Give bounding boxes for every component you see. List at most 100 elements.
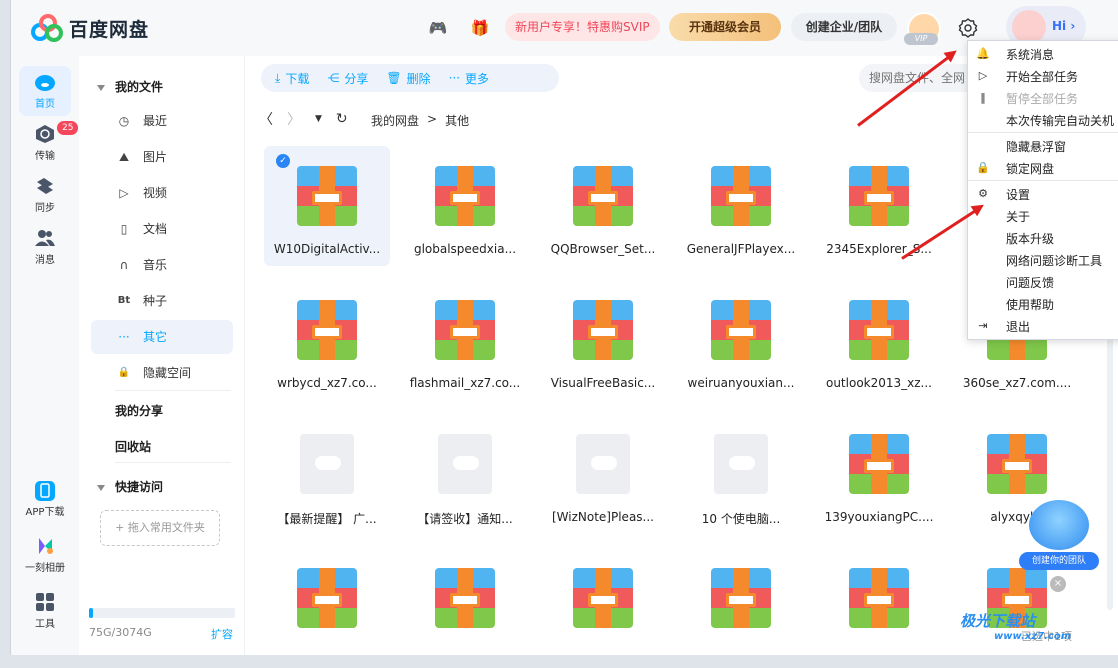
more-button[interactable]: ··· 更多: [449, 70, 489, 87]
file-tile[interactable]: flashmail_xz7.co...: [402, 280, 528, 400]
menu-item[interactable]: 本次传输完自动关机: [1006, 112, 1114, 129]
rail-transfer[interactable]: 25 传输: [19, 118, 79, 168]
file-sidebar: 我的文件 ◷ 最近 ⛰ 图片 ▷ 视频 ▯ 文档 ∩ 音乐 Bt 种子 ··· 其它 🔒 隐藏空…: [79, 56, 245, 655]
history-dropdown-icon[interactable]: ▼: [315, 114, 322, 124]
sidebar-item-images[interactable]: ⛰ 图片: [91, 140, 233, 174]
sidebar-item-docs[interactable]: ▯ 文档: [91, 212, 233, 246]
rail-sync[interactable]: 同步: [19, 170, 71, 220]
rail-home[interactable]: 首页: [19, 66, 71, 116]
share-icon: ⋲: [327, 71, 340, 85]
rail-app-download[interactable]: APP下载: [19, 474, 71, 524]
file-tile[interactable]: GeneralJFPlayex...: [678, 146, 804, 266]
rail-tools[interactable]: 工具: [19, 586, 71, 636]
delete-button[interactable]: 🗑 删除: [386, 70, 430, 87]
file-tile[interactable]: wrbycd_xz7.co...: [264, 280, 390, 400]
file-tile[interactable]: QQBrowser_Set...: [540, 146, 666, 266]
close-badge-icon[interactable]: ×: [1050, 576, 1066, 592]
file-tile[interactable]: weiruanyouxian...: [678, 280, 804, 400]
gift-icon[interactable]: 🎁: [469, 17, 491, 39]
menu-item[interactable]: 隐藏悬浮窗: [1006, 138, 1066, 155]
file-tile[interactable]: [816, 548, 942, 668]
file-tile[interactable]: VisualFreeBasic...: [540, 280, 666, 400]
menu-item[interactable]: 退出: [1006, 318, 1030, 335]
selected-check-icon[interactable]: ✓: [276, 154, 290, 168]
delete-label: 删除: [406, 71, 431, 86]
file-name: GeneralJFPlayex...: [686, 242, 796, 256]
sidebar-recycle-bin[interactable]: 回收站: [115, 438, 151, 455]
game-icon[interactable]: 🎮: [427, 17, 449, 39]
create-enterprise-button[interactable]: 创建企业/团队: [791, 13, 897, 41]
file-tile[interactable]: [678, 548, 804, 668]
sidebar-item-video[interactable]: ▷ 视频: [91, 176, 233, 210]
menu-item[interactable]: 开始全部任务: [1006, 68, 1078, 85]
file-name: 10 个使电脑...: [701, 512, 781, 526]
sidebar-item-label: 隐藏空间: [143, 366, 192, 380]
file-tile[interactable]: [WizNote]Pleas...: [540, 414, 666, 534]
file-toolbar: ⤓ 下载 ⋲ 分享 🗑 删除 ··· 更多: [261, 64, 559, 92]
app-window: 百度网盘 🎮 🎁 新用户专享！特惠购SVIP 开通超级会员 创建企业/团队 VI…: [10, 0, 1118, 655]
file-tile[interactable]: 2345Explorer_S...: [816, 146, 942, 266]
menu-item[interactable]: 使用帮助: [1006, 296, 1054, 313]
sidebar-item-hidden-space[interactable]: 🔒 隐藏空间: [91, 356, 233, 390]
file-tile[interactable]: globalspeedxia...: [402, 146, 528, 266]
archive-file-icon: [435, 300, 495, 360]
file-tile[interactable]: ✓ W10DigitalActiv...: [264, 146, 390, 266]
more-label: 更多: [465, 71, 490, 86]
expand-storage-link[interactable]: 扩容: [211, 626, 233, 642]
file-tile[interactable]: 【最新提醒】 广...: [264, 414, 390, 534]
sidebar-item-label: 图片: [143, 150, 168, 164]
watermark-title: 极光下载站: [960, 612, 1036, 630]
drag-folder-dropzone[interactable]: + 拖入常用文件夹: [100, 510, 220, 546]
sidebar-item-label: 最近: [143, 114, 168, 128]
download-button[interactable]: ⤓ 下载: [275, 70, 309, 87]
share-button[interactable]: ⋲ 分享: [327, 70, 368, 87]
rail-messages[interactable]: 消息: [19, 222, 71, 272]
menu-item[interactable]: 设置: [1006, 186, 1030, 203]
svip-promo-button[interactable]: 新用户专享！特惠购SVIP: [505, 13, 660, 41]
rail-album[interactable]: 一刻相册: [19, 530, 71, 580]
file-tile[interactable]: 139youxiangPC....: [816, 414, 942, 534]
menu-item[interactable]: 暂停全部任务: [1006, 90, 1078, 107]
album-icon: [34, 536, 56, 556]
file-tile[interactable]: [402, 548, 528, 668]
sidebar-item-torrent[interactable]: Bt 种子: [91, 284, 233, 318]
sidebar-item-recent[interactable]: ◷ 最近: [91, 104, 233, 138]
forward-arrow-icon[interactable]: 〉: [287, 109, 301, 129]
back-arrow-icon[interactable]: 〈: [259, 109, 273, 129]
quick-access-header[interactable]: 快捷访问: [97, 478, 163, 495]
vip-tag: VIP: [904, 33, 938, 45]
user-avatar: [1012, 10, 1046, 44]
menu-item[interactable]: 问题反馈: [1006, 274, 1054, 291]
menu-item[interactable]: 网络问题诊断工具: [1006, 252, 1102, 269]
menu-item[interactable]: 关于: [1006, 208, 1030, 225]
menu-item[interactable]: 系统消息: [1006, 46, 1054, 63]
search-input[interactable]: [859, 64, 969, 92]
file-tile[interactable]: 10 个使电脑...: [678, 414, 804, 534]
sidebar-my-share[interactable]: 我的分享: [115, 402, 163, 419]
sidebar-item-label: 音乐: [143, 258, 168, 272]
menu-item[interactable]: 版本升级: [1006, 230, 1054, 247]
file-tile[interactable]: [264, 548, 390, 668]
sidebar-item-other[interactable]: ··· 其它: [91, 320, 233, 354]
create-team-badge[interactable]: 创建你的团队: [1019, 500, 1099, 572]
archive-file-icon: [849, 434, 909, 494]
rail-label: 一刻相册: [25, 563, 65, 574]
archive-file-icon: [297, 166, 357, 226]
clock-icon: ◷: [118, 114, 130, 128]
settings-gear-icon[interactable]: [958, 18, 978, 38]
file-name: [WizNote]Pleas...: [551, 510, 654, 524]
rail-label: 消息: [35, 255, 55, 266]
archive-file-icon: [573, 568, 633, 628]
menu-item[interactable]: 锁定网盘: [1006, 160, 1054, 177]
open-vip-button[interactable]: 开通超级会员: [669, 13, 781, 41]
video-icon: ▷: [119, 186, 129, 200]
sidebar-item-music[interactable]: ∩ 音乐: [91, 248, 233, 282]
breadcrumb-root[interactable]: 我的网盘: [371, 112, 419, 129]
archive-file-icon: [711, 166, 771, 226]
my-files-header[interactable]: 我的文件: [97, 78, 163, 95]
file-tile[interactable]: [540, 548, 666, 668]
file-tile[interactable]: outlook2013_xz...: [816, 280, 942, 400]
file-tile[interactable]: 【请签收】通知...: [402, 414, 528, 534]
refresh-icon[interactable]: ↻: [336, 111, 348, 127]
tools-icon: [34, 592, 56, 612]
